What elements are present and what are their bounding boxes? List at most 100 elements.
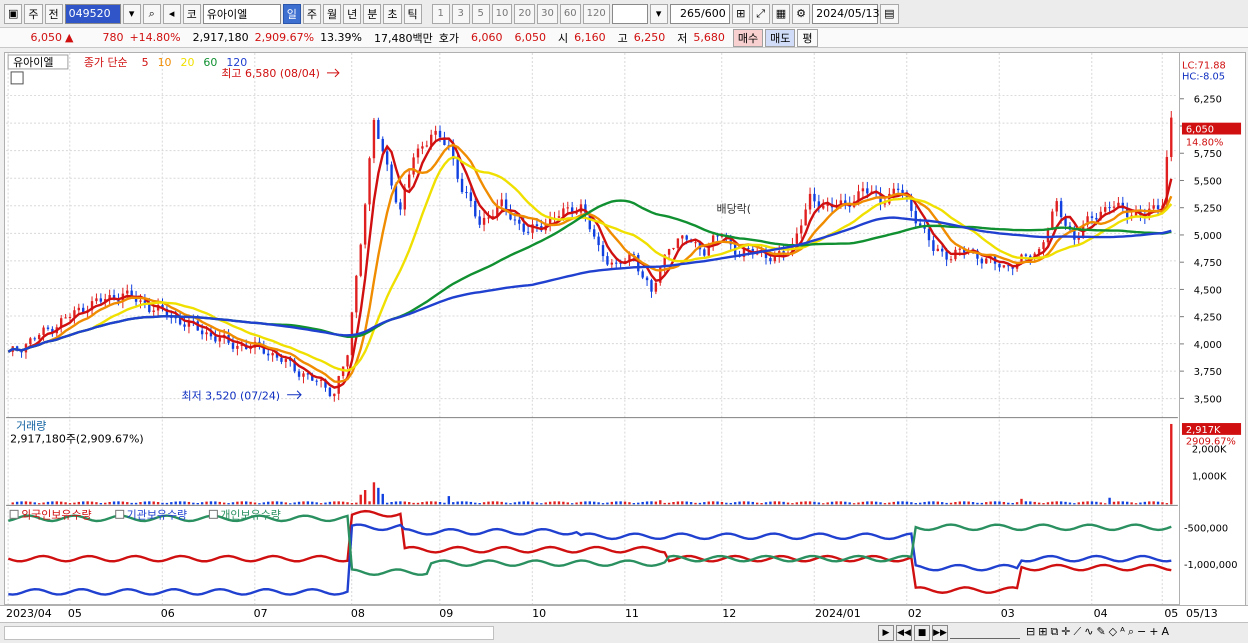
tab-interval[interactable]: 20 — [514, 3, 536, 24]
scroll-track[interactable] — [4, 626, 494, 640]
candle-body — [1112, 206, 1116, 208]
text-icon[interactable]: ᴬ — [1120, 625, 1125, 639]
week-select[interactable]: 주 — [24, 3, 43, 24]
volume-bar — [306, 501, 310, 505]
forward-icon[interactable]: ▶▶ — [932, 625, 948, 641]
candle-body — [421, 146, 424, 149]
volume-bar — [967, 501, 970, 505]
volume-bar — [412, 502, 415, 505]
tab-interval[interactable]: 1 — [431, 3, 450, 24]
chart-area[interactable]: 유아이엘 종가 단순 5 10 20 60 120 최고 6,580 (08/04) 최… — [4, 52, 1180, 605]
volume-bar — [319, 503, 323, 505]
search-icon[interactable]: ⌕ — [142, 3, 161, 24]
volume-bar — [1002, 501, 1006, 505]
crosshair-icon[interactable]: ✛ — [1061, 625, 1070, 639]
minus-icon[interactable]: − — [1137, 625, 1146, 639]
wave-icon[interactable]: ∿ — [1084, 625, 1093, 639]
chevron-down-icon[interactable]: ▾ — [649, 3, 668, 24]
volume-bar — [447, 496, 451, 505]
table-icon[interactable] — [10, 71, 24, 85]
sell-button[interactable]: 매도 — [765, 28, 796, 47]
save-icon[interactable]: ▦ — [771, 3, 791, 24]
interval-input[interactable] — [611, 3, 648, 24]
layout-icon[interactable]: ⊟ — [1026, 625, 1035, 639]
x-axis: 2023/04 05 06 07 08 09 10 11 12 2024/01 02 03 04 05 05… — [0, 605, 1248, 622]
volume-bar — [139, 502, 142, 505]
volume-bar — [1020, 498, 1023, 505]
volume-bar — [874, 501, 878, 505]
volume-bar — [619, 501, 622, 505]
tab-period[interactable]: 주 — [302, 3, 322, 24]
holding-y-ticks: -500,000 -1,000,000 — [1184, 523, 1238, 570]
market-label[interactable]: 코 — [182, 3, 201, 24]
tab-period[interactable]: 틱 — [403, 3, 422, 24]
chevron-down-icon[interactable]: ▾ — [122, 3, 141, 24]
prev-button[interactable]: 전 — [44, 3, 63, 24]
rewind-icon[interactable]: ◀◀ — [896, 625, 912, 641]
candle-body — [685, 235, 688, 240]
volume-bar — [183, 501, 186, 505]
stock-name-field[interactable]: 유아이엘 — [202, 3, 281, 24]
tab-interval[interactable]: 10 — [491, 3, 513, 24]
speaker-icon[interactable]: ◂ — [162, 3, 181, 24]
tab-period[interactable]: 년 — [343, 3, 362, 24]
volume-tag-label: 2,917K — [1186, 425, 1221, 436]
tab-period[interactable]: 초 — [383, 3, 402, 24]
stop-icon[interactable]: ■ — [914, 625, 930, 641]
candle-body — [769, 258, 772, 262]
tab-period[interactable]: 일 — [282, 3, 301, 24]
volume-bar — [196, 502, 199, 505]
volume-bar — [496, 501, 499, 505]
window-icon[interactable]: ▣ — [4, 3, 23, 24]
bid-price-1: 6,060 — [471, 31, 503, 44]
volume-bar — [15, 501, 19, 505]
tab-interval[interactable]: 60 — [559, 3, 581, 24]
bid-label: 호가 — [438, 31, 459, 45]
date-field[interactable]: 2024/05/13 — [812, 3, 880, 24]
volume-bar — [575, 502, 578, 505]
volume-bar — [174, 501, 177, 505]
high-label: 고 — [617, 31, 628, 45]
copy-icon[interactable]: ⧉ — [1050, 625, 1058, 639]
period-tabs: 일주월년분초틱 — [282, 3, 422, 24]
tool-icon[interactable]: ⤢ — [751, 3, 770, 24]
volume-bar — [399, 501, 402, 505]
volume-bar — [998, 501, 1001, 505]
tab-interval[interactable]: 5 — [471, 3, 490, 24]
stock-code-input[interactable]: 049520 — [64, 3, 121, 24]
plus-icon[interactable]: + — [1149, 625, 1158, 639]
candle-body — [883, 203, 887, 205]
calendar-icon[interactable]: ▤ — [880, 3, 899, 24]
candle-body — [1002, 265, 1006, 268]
candle-body — [377, 119, 380, 139]
grid-icon[interactable]: ⊞ — [1038, 625, 1047, 639]
gear-icon[interactable]: ⚙ — [792, 3, 811, 24]
volume-bar — [698, 502, 702, 505]
font-icon[interactable]: A — [1161, 625, 1169, 639]
count-field[interactable]: 265/600 — [669, 3, 730, 24]
buy-button[interactable]: 매수 — [732, 28, 764, 47]
tab-interval[interactable]: 3 — [451, 3, 470, 24]
pen-icon[interactable]: ✎ — [1096, 625, 1105, 639]
tab-interval[interactable]: 30 — [537, 3, 558, 24]
play-icon[interactable]: ▶ — [878, 625, 894, 641]
volume-bar — [742, 501, 746, 505]
volume-bar — [954, 502, 957, 505]
zoom-slider[interactable] — [950, 627, 1020, 639]
up-arrow-icon: ▲ — [65, 31, 74, 44]
tab-period[interactable]: 분 — [363, 3, 382, 24]
tab-interval[interactable]: 120 — [582, 3, 610, 24]
tab-period[interactable]: 월 — [323, 3, 342, 24]
shape-icon[interactable]: ◇ — [1109, 625, 1117, 639]
zoom-icon[interactable]: ⌕ — [1128, 625, 1134, 639]
ma-legend-60: 60 — [203, 56, 217, 69]
indicator-icon[interactable]: ⊞ — [731, 3, 750, 24]
line-icon[interactable]: ⟋ — [1074, 625, 1082, 639]
volume-bar — [685, 501, 688, 505]
candle-body — [214, 336, 217, 342]
eval-button[interactable]: 평 — [797, 28, 818, 47]
candle-body — [302, 373, 305, 377]
candle-body — [434, 130, 437, 135]
volume-bar — [284, 502, 288, 505]
candle-body — [183, 324, 186, 327]
